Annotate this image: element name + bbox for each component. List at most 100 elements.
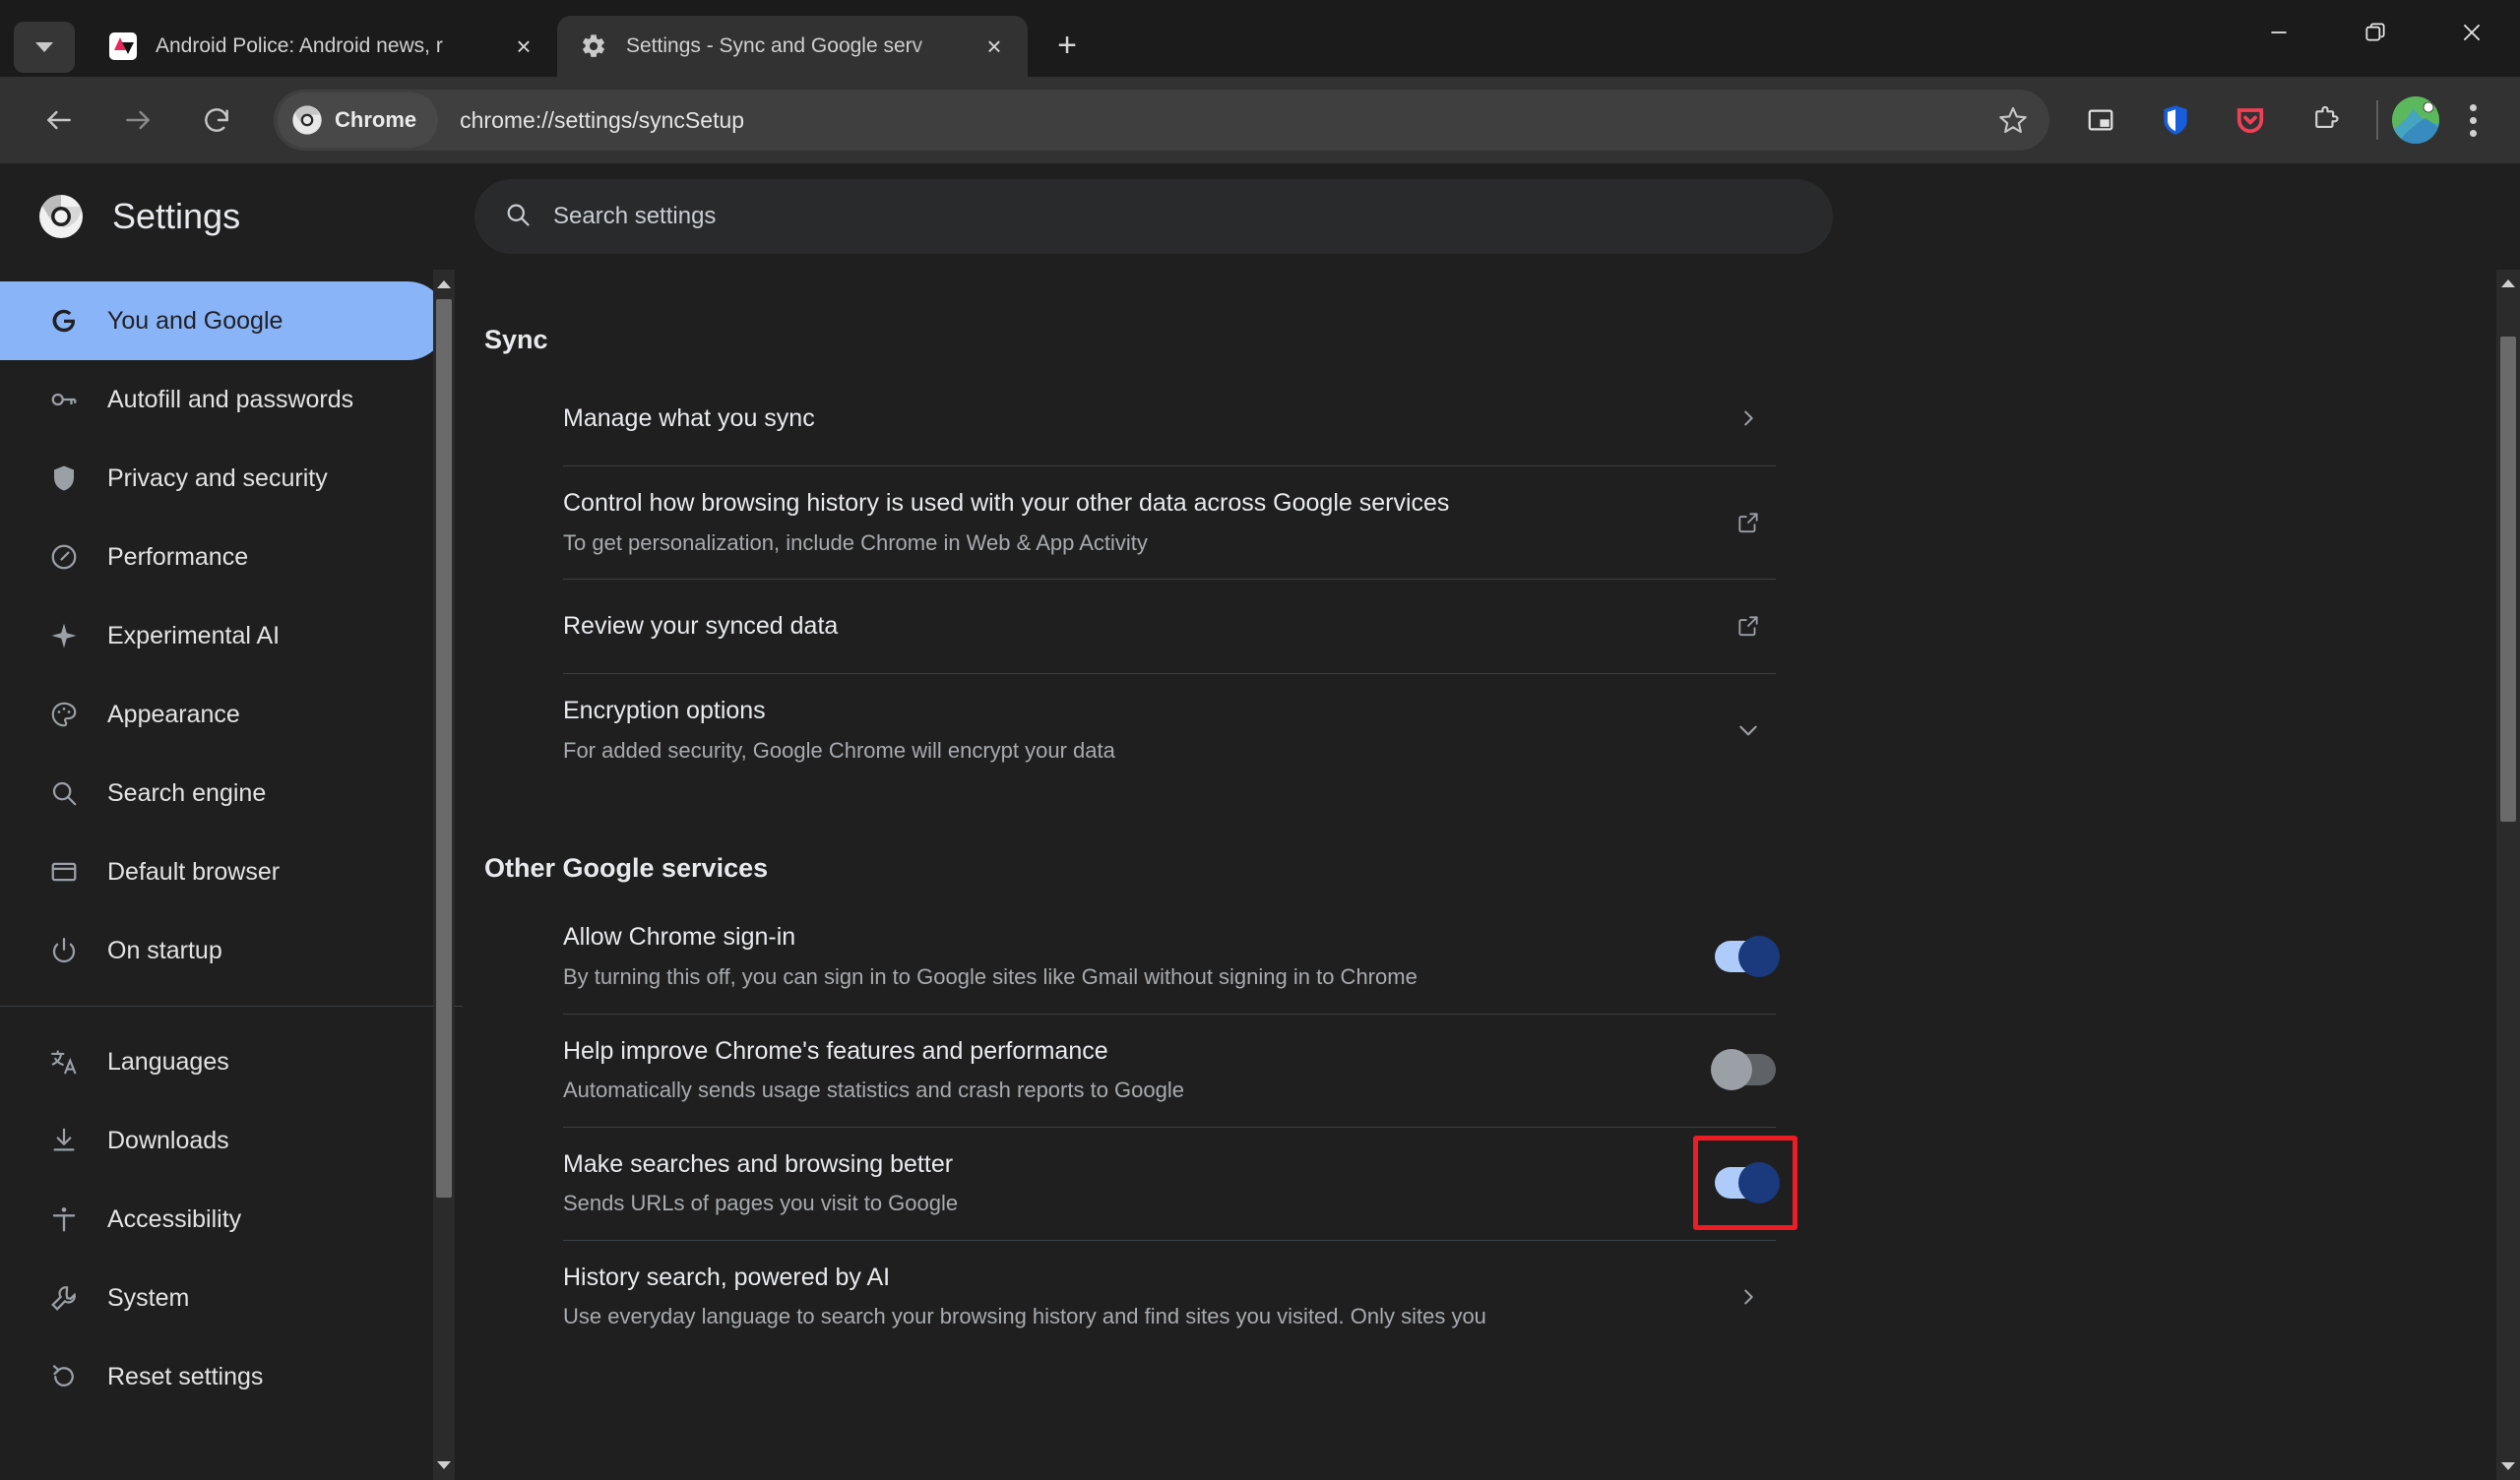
settings-body: You and Google Autofill and passwords Pr… [0, 270, 2520, 1480]
palette-icon [43, 700, 85, 729]
minimize-button[interactable] [2231, 0, 2327, 65]
toolbar-divider [2376, 100, 2378, 140]
page-scrollbar[interactable] [2496, 270, 2520, 1480]
help-improve-chrome-toggle[interactable] [1711, 1049, 1776, 1091]
help-improve-chrome-toggle-wrap[interactable] [1711, 1049, 1776, 1091]
chevron-right-icon[interactable] [1721, 1286, 1776, 1308]
bookmark-star-icon[interactable] [1986, 93, 2040, 147]
avatar[interactable] [2392, 96, 2439, 144]
scroll-down-arrow-icon[interactable] [436, 1450, 452, 1480]
chevron-down-icon [35, 42, 53, 52]
sidebar-item-label: Downloads [107, 1126, 229, 1154]
sidebar-scroll-track[interactable] [433, 299, 455, 1450]
sidebar-item-experimental-ai[interactable]: Experimental AI [0, 596, 447, 675]
tab-search-button[interactable] [14, 22, 75, 73]
reload-button[interactable] [186, 90, 247, 151]
toggle-knob [1738, 1162, 1780, 1204]
sidebar-scrollbar[interactable] [433, 270, 455, 1480]
browser-menu-button[interactable] [2445, 90, 2500, 151]
make-searches-better-toggle-wrap[interactable] [1693, 1136, 1797, 1231]
page-scroll-track[interactable] [2496, 297, 2520, 1452]
allow-chrome-signin-toggle[interactable] [1715, 935, 1780, 977]
row-manage-what-you-sync[interactable]: Manage what you sync [484, 371, 1803, 465]
sidebar-item-languages[interactable]: Languages [0, 1022, 447, 1101]
sidebar-scroll-thumb[interactable] [436, 299, 452, 1198]
accessibility-icon [43, 1204, 85, 1234]
row-title: Review your synced data [563, 611, 839, 640]
sidebar-item-default-browser[interactable]: Default browser [0, 832, 447, 911]
sidebar-item-label: Appearance [107, 700, 240, 728]
row-text: Encryption options For added security, G… [563, 695, 1721, 765]
search-settings-box[interactable] [474, 179, 1833, 254]
toggle-knob [1711, 1049, 1752, 1091]
sidebar-item-on-startup[interactable]: On startup [0, 911, 447, 990]
row-allow-chrome-signin[interactable]: Allow Chrome sign-in By turning this off… [484, 899, 1803, 1013]
sidebar-divider [0, 1006, 463, 1007]
sidebar-item-appearance[interactable]: Appearance [0, 675, 447, 754]
sidebar-item-accessibility[interactable]: Accessibility [0, 1180, 447, 1259]
search-input[interactable] [553, 203, 1803, 230]
browser-tab-1[interactable]: Android Police: Android news, r × [87, 16, 557, 77]
search-icon [504, 201, 532, 233]
sidebar-item-label: Default browser [107, 857, 281, 886]
row-control-browsing-history[interactable]: Control how browsing history is used wit… [484, 465, 1803, 579]
google-g-icon [43, 306, 85, 336]
row-history-search-ai[interactable]: History search, powered by AI Use everyd… [484, 1239, 1803, 1353]
sidebar-item-label: Performance [107, 542, 249, 571]
picture-in-picture-icon[interactable] [2070, 90, 2131, 151]
extensions-puzzle-icon[interactable] [2295, 90, 2356, 151]
url-text[interactable]: chrome://settings/syncSetup [460, 107, 1986, 134]
chrome-chip-label: Chrome [335, 107, 417, 132]
open-in-new-icon[interactable] [1721, 613, 1776, 639]
row-text: History search, powered by AI Use everyd… [563, 1262, 1721, 1331]
row-subtitle: Automatically sends usage statistics and… [563, 1078, 1184, 1103]
scroll-up-arrow-icon[interactable] [436, 270, 452, 299]
sidebar-item-reset-settings[interactable]: Reset settings [0, 1337, 447, 1416]
row-help-improve-chrome[interactable]: Help improve Chrome's features and perfo… [484, 1013, 1803, 1127]
sidebar-item-label: Languages [107, 1047, 229, 1076]
settings-brand: Settings [0, 193, 463, 240]
page-scroll-up-arrow-icon[interactable] [2500, 270, 2516, 297]
row-review-synced-data[interactable]: Review your synced data [484, 579, 1803, 673]
browser-window-icon [43, 857, 85, 887]
dot [2469, 129, 2477, 137]
close-window-button[interactable] [2424, 0, 2520, 65]
sparkle-icon [43, 621, 85, 650]
make-searches-better-toggle[interactable] [1715, 1162, 1780, 1204]
chrome-origin-chip[interactable]: Chrome [278, 92, 439, 148]
sidebar-item-system[interactable]: System [0, 1259, 447, 1337]
row-encryption-options[interactable]: Encryption options For added security, G… [484, 673, 1803, 786]
bitwarden-shield-icon[interactable] [2145, 90, 2206, 151]
page-scroll-thumb[interactable] [2500, 337, 2516, 823]
address-bar[interactable]: Chrome chrome://settings/syncSetup [274, 90, 2049, 151]
browser-tab-2[interactable]: Settings - Sync and Google serv × [557, 16, 1028, 77]
row-text: Make searches and browsing better Sends … [563, 1148, 1715, 1218]
sidebar-item-autofill-and-passwords[interactable]: Autofill and passwords [0, 360, 447, 439]
sidebar-item-performance[interactable]: Performance [0, 518, 447, 596]
chevron-down-icon[interactable] [1721, 717, 1776, 743]
sidebar-item-downloads[interactable]: Downloads [0, 1101, 447, 1180]
pocket-icon[interactable] [2220, 90, 2281, 151]
sidebar-item-privacy-and-security[interactable]: Privacy and security [0, 439, 447, 518]
settings-content-inner: Sync Manage what you sync Control how br… [484, 270, 1803, 1353]
tab-close-button[interactable]: × [504, 27, 543, 66]
allow-chrome-signin-toggle-wrap[interactable] [1715, 935, 1780, 977]
settings-content: Sync Manage what you sync Control how br… [463, 270, 2520, 1480]
sidebar-item-search-engine[interactable]: Search engine [0, 754, 447, 832]
new-tab-button[interactable]: + [1040, 18, 1095, 73]
sidebar-item-label: Accessibility [107, 1204, 242, 1233]
chevron-right-icon[interactable] [1721, 407, 1776, 429]
sidebar-item-label: Search engine [107, 778, 267, 807]
row-make-searches-better[interactable]: Make searches and browsing better Sends … [484, 1126, 1803, 1240]
tab-close-button[interactable]: × [975, 27, 1014, 66]
restore-button[interactable] [2327, 0, 2424, 65]
back-button[interactable] [29, 90, 90, 151]
sidebar-item-you-and-google[interactable]: You and Google [0, 281, 447, 360]
power-icon [43, 936, 85, 965]
page-scroll-down-arrow-icon[interactable] [2500, 1452, 2516, 1480]
android-police-icon [108, 31, 138, 61]
row-text: Manage what you sync [563, 402, 1721, 435]
open-in-new-icon[interactable] [1721, 510, 1776, 535]
other-google-services-card: Allow Chrome sign-in By turning this off… [484, 899, 1803, 1353]
forward-button[interactable] [107, 90, 168, 151]
